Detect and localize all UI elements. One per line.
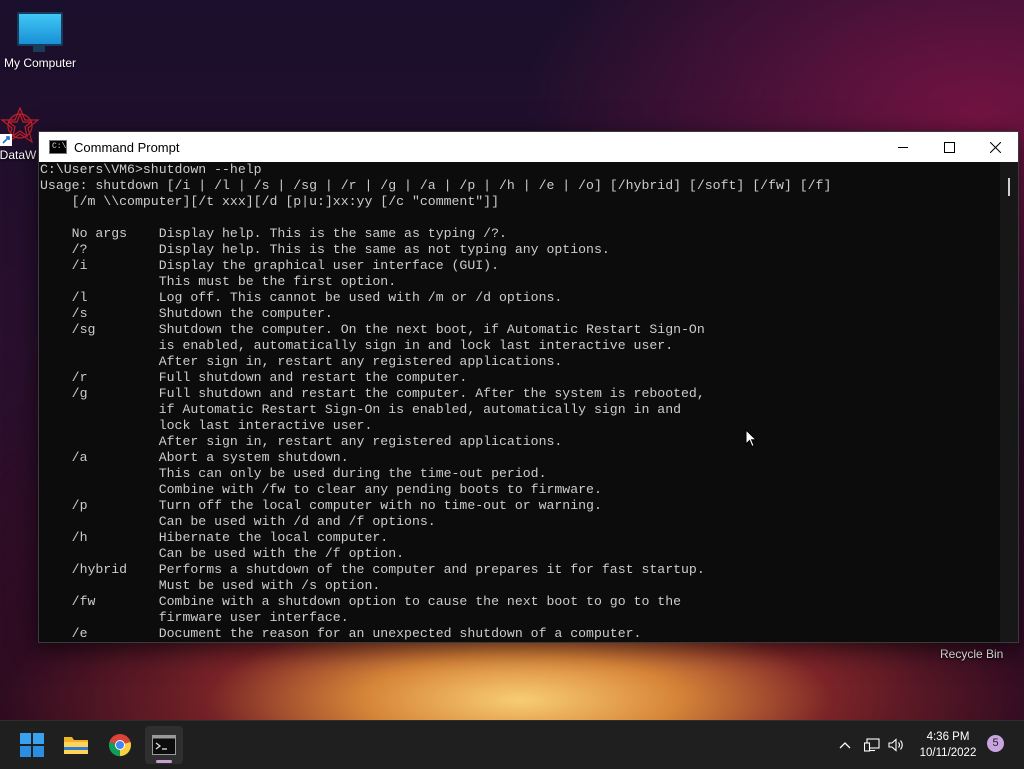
volume-icon <box>888 738 903 752</box>
minimize-button[interactable] <box>880 132 926 162</box>
command-prompt-window[interactable]: C:\ Command Prompt C:\Users\VM6>shutdown… <box>38 131 1019 643</box>
console-line: After sign in, restart any registered ap… <box>40 434 563 449</box>
console-line: /i Display the graphical user interface … <box>40 258 499 273</box>
window-titlebar[interactable]: C:\ Command Prompt <box>39 132 1018 162</box>
notification-badge[interactable]: 5 <box>987 735 1004 752</box>
folder-icon <box>64 737 88 754</box>
network-icon <box>864 738 880 752</box>
console-line: No args Display help. This is the same a… <box>40 226 507 241</box>
console-line: firmware user interface. <box>40 610 349 625</box>
mouse-pointer-icon <box>745 428 758 453</box>
scrollbar-thumb[interactable] <box>1008 178 1010 196</box>
console-line: /r Full shutdown and restart the compute… <box>40 370 468 385</box>
show-hidden-icons-button[interactable] <box>834 721 856 769</box>
console-line: if Automatic Restart Sign-On is enabled,… <box>40 402 682 417</box>
console-output-area[interactable]: C:\Users\VM6>shutdown --help Usage: shutd… <box>39 162 1018 642</box>
console-line: [/m \\computer][/t xxx][/d [p|u:]xx:yy [… <box>40 194 499 209</box>
console-line: lock last interactive user. <box>40 418 373 433</box>
console-line: /? Display help. This is the same as not… <box>40 242 610 257</box>
console-line: Combine with /fw to clear any pending bo… <box>40 482 602 497</box>
maximize-icon <box>943 141 955 153</box>
start-button[interactable] <box>13 726 51 764</box>
console-text: C:\Users\VM6>shutdown --help Usage: shutd… <box>39 162 1018 642</box>
console-line: Usage: shutdown [/i | /l | /s | /sg | /r… <box>40 178 832 193</box>
close-button[interactable] <box>972 132 1018 162</box>
console-line: Can be used with the /f option. <box>40 546 405 561</box>
console-line: /a Abort a system shutdown. <box>40 450 349 465</box>
console-line: This can only be used during the time-ou… <box>40 466 547 481</box>
minimize-icon <box>897 146 908 148</box>
console-line: Can be used with /d and /f options. <box>40 514 436 529</box>
monitor-icon <box>17 12 63 52</box>
taskbar-chrome[interactable] <box>101 726 139 764</box>
close-icon <box>989 141 1001 153</box>
console-line: /h Hibernate the local computer. <box>40 530 389 545</box>
console-line: /fw Combine with a shutdown option to ca… <box>40 594 682 609</box>
cmd-icon: C:\ <box>49 140 67 154</box>
network-button[interactable] <box>861 721 883 769</box>
volume-button[interactable] <box>886 721 908 769</box>
clock[interactable]: 4:36 PM 10/11/2022 <box>912 729 984 761</box>
console-line: /s Shutdown the computer. <box>40 306 333 321</box>
cmd-icon <box>152 735 176 755</box>
console-line: /p Turn off the local computer with no t… <box>40 498 602 513</box>
maximize-button[interactable] <box>926 132 972 162</box>
desktop-icon-my-computer[interactable]: My Computer <box>0 12 80 70</box>
console-line: /l Log off. This cannot be used with /m … <box>40 290 563 305</box>
console-line: Must be used with /s option. <box>40 578 381 593</box>
taskbar-command-prompt[interactable] <box>145 726 183 764</box>
windows-start-icon <box>20 733 44 757</box>
datawrapper-icon <box>0 106 42 148</box>
taskbar-file-explorer[interactable] <box>57 726 95 764</box>
console-line: This must be the first option. <box>40 274 397 289</box>
chevron-up-icon <box>839 742 851 749</box>
console-line: /e Document the reason for an unexpected… <box>40 626 642 641</box>
clock-date: 10/11/2022 <box>919 747 977 759</box>
console-line: /hybrid Performs a shutdown of the compu… <box>40 562 705 577</box>
taskbar: 4:36 PM 10/11/2022 <box>0 720 1024 769</box>
desktop-icon-label: My Computer <box>3 56 77 70</box>
console-line: /g Full shutdown and restart the compute… <box>40 386 705 401</box>
desktop-icon-recycle-bin[interactable]: Recycle Bin <box>940 647 1003 661</box>
vertical-scrollbar[interactable] <box>1000 162 1018 642</box>
clock-time: 4:36 PM <box>926 731 970 743</box>
console-line: /sg Shutdown the computer. On the next b… <box>40 322 705 337</box>
window-title: Command Prompt <box>74 139 180 155</box>
chrome-icon <box>108 734 132 757</box>
console-line: After sign in, restart any registered ap… <box>40 354 563 369</box>
console-line: C:\Users\VM6>shutdown --help <box>40 162 262 177</box>
console-line: is enabled, automatically sign in and lo… <box>40 338 674 353</box>
